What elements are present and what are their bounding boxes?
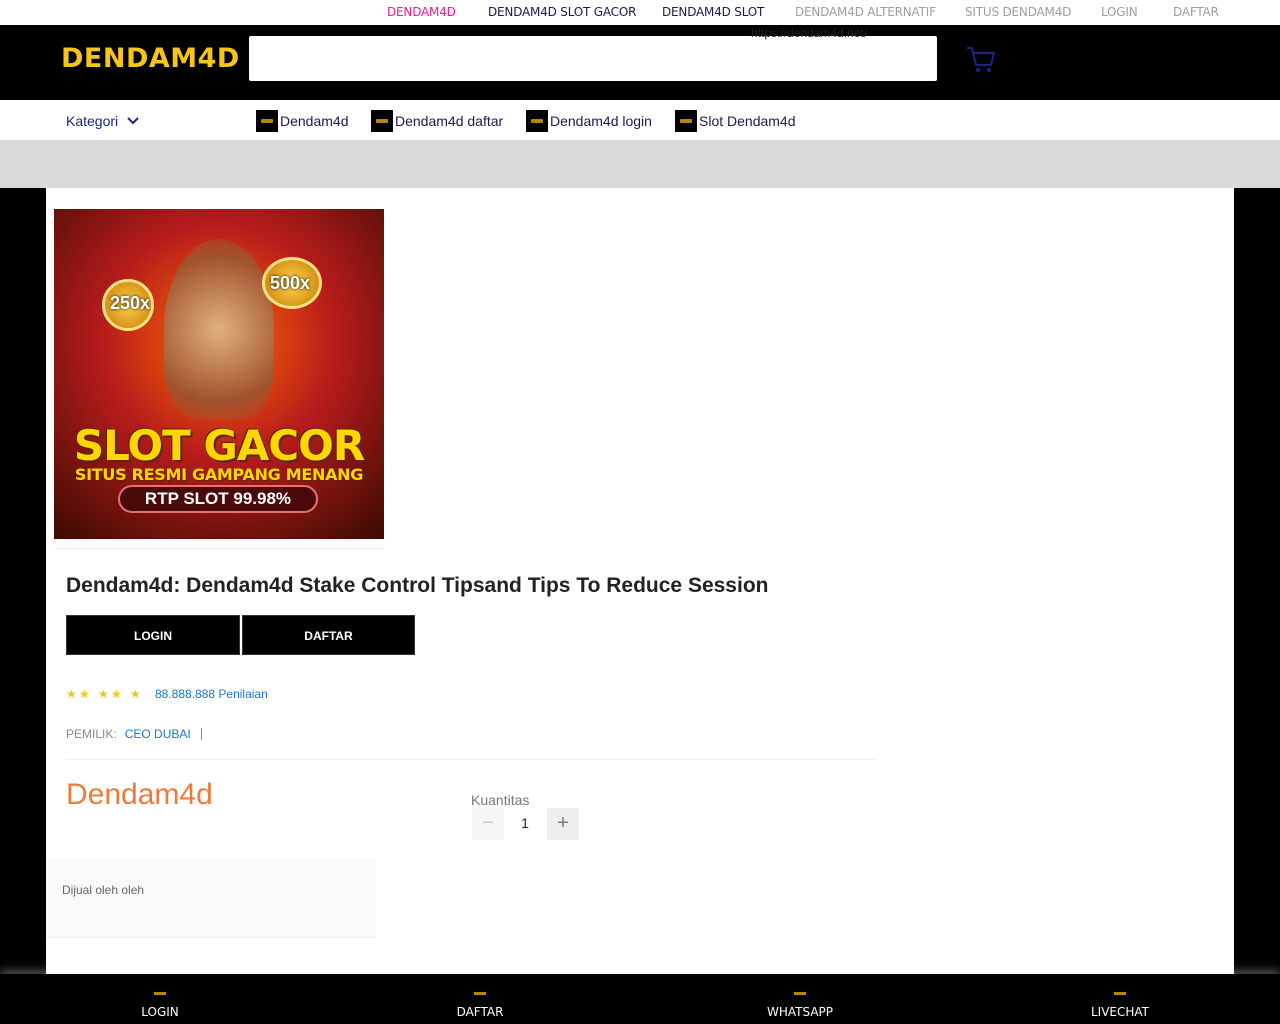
nav-thumb-icon (675, 110, 697, 132)
cart-icon[interactable] (965, 45, 997, 75)
bottom-nav-login[interactable]: LOGIN (0, 974, 320, 1024)
nav-item-dendam4d-login[interactable]: Dendam4d login (526, 110, 652, 132)
quantity-increase-button[interactable]: + (547, 808, 579, 840)
product-image[interactable]: 250x 500x SLOT GACOR SITUS RESMI GAMPANG… (54, 209, 384, 539)
rating[interactable]: ★ ★ ★ ★ ★ 88.888.888 Penilaian (66, 687, 268, 701)
top-link-slot[interactable]: DENDAM4D SLOT (662, 5, 764, 19)
top-links-bar: DENDAM4D DENDAM4D SLOT GACOR DENDAM4D SL… (0, 0, 1280, 25)
divider (54, 548, 384, 549)
nav-item-dendam4d[interactable]: Dendam4d (256, 110, 349, 132)
nav-item-label: Slot Dendam4d (699, 113, 796, 129)
product-panel: 250x 500x SLOT GACOR SITUS RESMI GAMPANG… (46, 188, 1234, 974)
owner-info: PEMILIK: CEO DUBAI (66, 727, 202, 741)
coin-left-text: 250x (110, 293, 151, 313)
category-nav: Kategori Dendam4d Dendam4d daftar Dendam… (0, 100, 1280, 140)
bottom-nav: LOGIN DAFTAR WHATSAPP LIVECHAT (0, 974, 1280, 1024)
star-icon: ★ (111, 687, 122, 701)
kategori-label: Kategori (66, 113, 119, 129)
kategori-dropdown[interactable]: Kategori (66, 113, 140, 129)
zeus-figure (164, 239, 274, 419)
nav-item-label: Dendam4d daftar (395, 113, 504, 129)
bottom-nav-daftar[interactable]: DAFTAR (320, 974, 640, 1024)
top-link-dendam4d[interactable]: DENDAM4D (387, 5, 456, 19)
nav-thumb-icon (526, 110, 548, 132)
seller-text: Dijual oleh oleh (62, 883, 145, 897)
site-header: DENDAM4D (0, 25, 1280, 100)
bottom-nav-label: LOGIN (141, 1005, 179, 1019)
seller-box: Dijual oleh oleh (46, 858, 376, 938)
brand-logo[interactable]: DENDAM4D (61, 43, 240, 74)
daftar-button[interactable]: DAFTAR (242, 615, 415, 655)
nav-item-dendam4d-daftar[interactable]: Dendam4d daftar (371, 110, 503, 132)
daftar-icon (472, 989, 488, 997)
image-rtp-badge: RTP SLOT 99.98% (118, 485, 318, 513)
rating-count[interactable]: 88.888.888 Penilaian (155, 687, 268, 701)
search-input[interactable] (249, 36, 937, 81)
star-icon: ★ (66, 687, 77, 701)
image-headline: SLOT GACOR (73, 421, 365, 470)
login-icon (152, 989, 168, 997)
product-price: Dendam4d (66, 778, 213, 811)
top-link-slot-gacor[interactable]: DENDAM4D SLOT GACOR (488, 5, 636, 19)
star-icon: ★ (130, 687, 141, 701)
top-link-alternatif[interactable]: DENDAM4D ALTERNATIF (795, 5, 936, 19)
coin-right-text: 500x (270, 273, 311, 293)
chevron-down-icon (127, 117, 139, 125)
nav-thumb-icon (256, 110, 278, 132)
whatsapp-icon (792, 989, 808, 997)
nav-item-label: Dendam4d login (550, 113, 652, 129)
livechat-icon (1112, 989, 1128, 997)
bottom-nav-label: WHATSAPP (766, 1005, 834, 1019)
top-link-situs[interactable]: SITUS DENDAM4D (965, 5, 1071, 19)
product-title: Dendam4d: Dendam4d Stake Control Tipsand… (66, 574, 769, 597)
owner-label: PEMILIK: (66, 727, 117, 741)
owner-link[interactable]: CEO DUBAI (125, 727, 191, 741)
image-subline: SITUS RESMI GAMPANG MENANG (74, 465, 364, 484)
bottom-nav-label: LIVECHAT (1090, 1005, 1150, 1019)
nav-item-label: Dendam4d (280, 113, 349, 129)
quantity-input[interactable]: 1 (508, 815, 542, 831)
quantity-label: Kuantitas (471, 792, 530, 808)
login-button[interactable]: LOGIN (66, 615, 240, 655)
nav-thumb-icon (371, 110, 393, 132)
separator (200, 728, 202, 740)
bottom-nav-livechat[interactable]: LIVECHAT (960, 974, 1280, 1024)
quantity-decrease-button[interactable]: − (472, 808, 504, 840)
star-icon: ★ (79, 687, 90, 701)
search-value: https://dendam4d.net/ (751, 26, 868, 40)
nav-item-slot-dendam4d[interactable]: Slot Dendam4d (675, 110, 796, 132)
star-icon: ★ (98, 687, 109, 701)
bottom-nav-whatsapp[interactable]: WHATSAPP (640, 974, 960, 1024)
banner-band (0, 140, 1280, 188)
top-link-login[interactable]: LOGIN (1101, 5, 1138, 19)
divider (66, 759, 876, 760)
top-link-daftar[interactable]: DAFTAR (1173, 5, 1219, 19)
bottom-nav-label: DAFTAR (456, 1005, 504, 1019)
